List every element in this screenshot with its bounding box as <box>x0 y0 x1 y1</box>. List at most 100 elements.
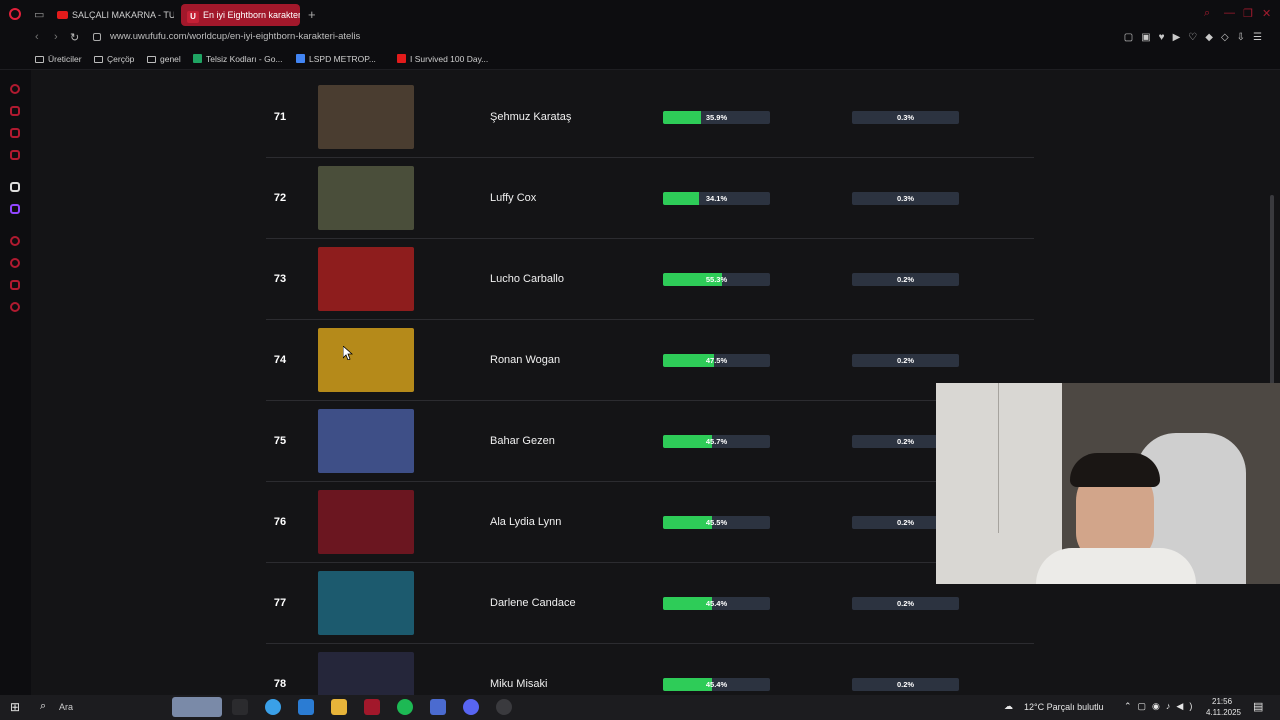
character-thumbnail[interactable] <box>318 85 414 149</box>
character-thumbnail[interactable] <box>318 409 414 473</box>
character-thumbnail[interactable] <box>318 652 414 695</box>
taskbar-search-input[interactable]: Ara <box>59 702 73 712</box>
win-rate-bar: 45.5% <box>663 516 770 529</box>
notification-icon[interactable]: ▤ <box>1253 700 1263 713</box>
champion-rate-bar: 0.2% <box>852 273 959 286</box>
champion-rate-bar: 0.3% <box>852 111 959 124</box>
win-rate-bar: 45.4% <box>663 597 770 610</box>
copilot-icon[interactable] <box>265 699 281 715</box>
table-row: 72 Luffy Cox 34.1% 0.3% <box>266 158 1034 239</box>
bookmark-label: I Survived 100 Day... <box>410 54 489 64</box>
sidebar-twitch-icon[interactable] <box>10 204 20 214</box>
webcam-wardrobe <box>936 383 1062 584</box>
toolbar-icons[interactable]: ▢▣♥▶♡◆◇⇩☰ <box>1124 32 1270 43</box>
table-row: 75 Bahar Gezen 45.7% 0.2% <box>266 401 1034 482</box>
character-thumbnail[interactable] <box>318 571 414 635</box>
clock-date[interactable]: 4.11.2025 <box>1206 708 1241 717</box>
tab-eightborn[interactable]: U En iyi Eightborn karakteri <box>181 4 300 26</box>
sidebar-settings-icon[interactable] <box>10 302 20 312</box>
champion-rate-label: 0.2% <box>896 356 915 365</box>
youtube-icon <box>397 54 406 63</box>
file-explorer-icon[interactable] <box>331 699 347 715</box>
bookmarks-bar <box>0 50 1280 70</box>
opera-sidebar <box>0 70 31 695</box>
champion-rate-label: 0.3% <box>896 113 915 122</box>
reload-icon[interactable]: ↻ <box>70 31 79 44</box>
win-rate-label: 45.7% <box>705 437 728 446</box>
mouse-cursor-icon <box>343 346 353 360</box>
sidebar-extensions-icon[interactable] <box>10 280 20 290</box>
bookmark-label: Telsiz Kodları - Go... <box>206 54 283 64</box>
bookmark-label: Çerçöp <box>107 54 135 64</box>
bookmark-genel[interactable]: genel <box>147 54 181 64</box>
docs-icon <box>296 54 305 63</box>
tab-menu-icon[interactable]: ▭ <box>34 8 44 21</box>
task-view-icon[interactable] <box>232 699 248 715</box>
rank-number: 78 <box>273 678 287 690</box>
opera-menu-icon[interactable] <box>9 8 21 20</box>
character-name: Ala Lydia Lynn <box>490 516 562 528</box>
spotify-icon[interactable] <box>397 699 413 715</box>
folder-icon <box>147 56 156 63</box>
sidebar-messenger-icon[interactable] <box>10 128 20 138</box>
restore-icon[interactable]: ❐ <box>1243 7 1253 20</box>
system-tray-icons[interactable]: ⌃▢◉♪◀) <box>1124 701 1198 712</box>
character-thumbnail[interactable] <box>318 328 414 392</box>
search-highlight-image <box>172 697 222 717</box>
character-name: Darlene Candace <box>490 597 576 609</box>
search-icon[interactable]: ⌕ <box>40 700 46 713</box>
app-icon[interactable] <box>430 699 446 715</box>
win-rate-label: 45.5% <box>705 518 728 527</box>
lock-icon <box>93 33 101 41</box>
champion-rate-bar: 0.2% <box>852 597 959 610</box>
rank-number: 72 <box>273 192 287 204</box>
tab-salcali-makarna[interactable]: SALÇALI MAKARNA - TUR <box>52 4 174 26</box>
character-thumbnail[interactable] <box>318 166 414 230</box>
url-field[interactable]: www.uwufufu.com/worldcup/en-iyi-eightbor… <box>110 31 360 42</box>
sidebar-chat-icon[interactable] <box>10 106 20 116</box>
table-row: 73 Lucho Carballo 55.3% 0.2% <box>266 239 1034 320</box>
win-rate-bar: 47.5% <box>663 354 770 367</box>
win-rate-bar: 55.3% <box>663 273 770 286</box>
obs-icon[interactable] <box>496 699 512 715</box>
discord-icon[interactable] <box>463 699 479 715</box>
weather-text[interactable]: 12°C Parçalı bulutlu <box>1024 702 1104 712</box>
character-thumbnail[interactable] <box>318 490 414 554</box>
forward-icon[interactable]: › <box>54 31 58 43</box>
bookmark-lspd[interactable]: LSPD METROP... <box>296 54 376 64</box>
opera-gx-icon[interactable] <box>364 699 380 715</box>
bookmark-label: LSPD METROP... <box>309 54 376 64</box>
close-icon[interactable]: ✕ <box>1262 7 1271 20</box>
sidebar-bookmarks-icon[interactable] <box>10 236 20 246</box>
table-row: 76 Ala Lydia Lynn 45.5% 0.2% <box>266 482 1034 563</box>
sidebar-aria-icon[interactable] <box>10 84 20 94</box>
sidebar-app-icon[interactable] <box>10 182 20 192</box>
page-scrollbar[interactable] <box>1270 195 1274 385</box>
champion-rate-bar: 0.2% <box>852 678 959 691</box>
rank-number: 71 <box>273 111 287 123</box>
character-name: Miku Misaki <box>490 678 548 690</box>
bookmark-ureticiler[interactable]: Üreticiler <box>35 54 82 64</box>
character-thumbnail[interactable] <box>318 247 414 311</box>
character-name: Şehmuz Karataş <box>490 111 572 123</box>
tab-label: En iyi Eightborn karakteri <box>203 10 300 20</box>
win-rate-label: 34.1% <box>705 194 728 203</box>
new-tab-icon[interactable]: + <box>308 7 316 22</box>
bookmark-label: genel <box>160 54 181 64</box>
back-icon[interactable]: ‹ <box>35 31 39 43</box>
win-rate-bar: 35.9% <box>663 111 770 124</box>
character-name: Ronan Wogan <box>490 354 561 366</box>
character-name: Bahar Gezen <box>490 435 555 447</box>
minimize-icon[interactable]: — <box>1224 7 1235 19</box>
weather-icon: ☁ <box>1004 701 1013 711</box>
sidebar-player-icon[interactable] <box>10 150 20 160</box>
clock-time[interactable]: 21:56 <box>1212 697 1232 706</box>
bookmark-label: Üreticiler <box>48 54 82 64</box>
windows-start-icon[interactable]: ⊞ <box>10 700 20 714</box>
store-icon[interactable] <box>298 699 314 715</box>
bookmark-cercop[interactable]: Çerçöp <box>94 54 134 64</box>
search-tabs-icon[interactable]: ⌕ <box>1204 7 1210 20</box>
bookmark-telsiz-kodlari[interactable]: Telsiz Kodları - Go... <box>193 54 283 64</box>
sidebar-history-icon[interactable] <box>10 258 20 268</box>
bookmark-i-survived[interactable]: I Survived 100 Day... <box>397 54 488 64</box>
